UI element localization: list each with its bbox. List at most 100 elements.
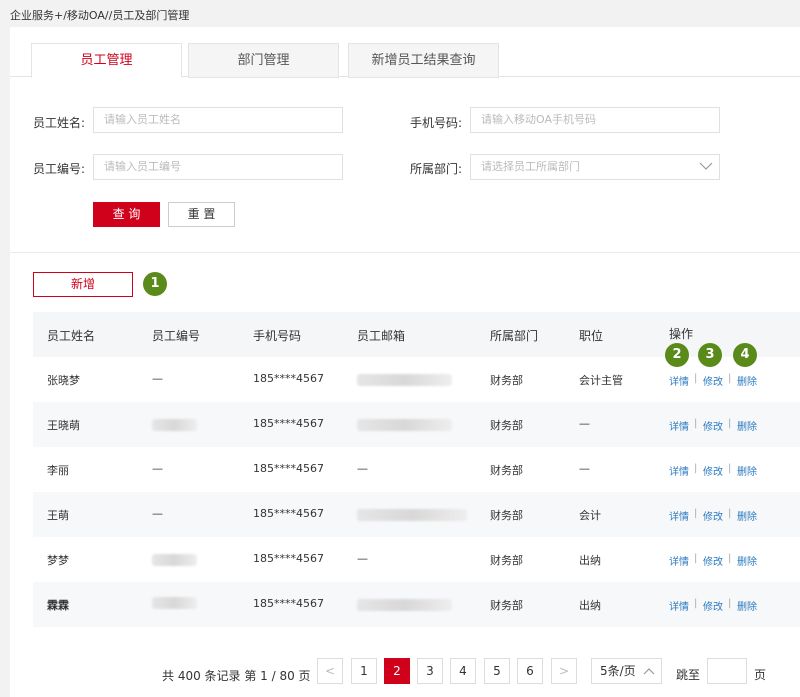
edit-link[interactable]: 修改 <box>703 508 723 523</box>
action-separator: | <box>694 418 698 429</box>
delete-link[interactable]: 删除 <box>737 463 757 478</box>
detail-link[interactable]: 详情 <box>669 463 689 478</box>
cell-dept: 财务部 <box>490 374 523 387</box>
cell-id: — <box>152 507 163 520</box>
page-button[interactable]: 6 <box>517 658 543 684</box>
page-button-current[interactable]: 2 <box>384 658 410 684</box>
edit-link[interactable]: 修改 <box>703 463 723 478</box>
breadcrumb: 企业服务+/移动OA//员工及部门管理 <box>10 9 190 22</box>
table-row: 王晓萌 185****4567 财务部 — 详情 | 修改 | 删除 <box>33 402 800 447</box>
phone-input[interactable]: 请输入移动OA手机号码 <box>470 107 720 133</box>
header-email: 员工邮箱 <box>357 329 406 343</box>
tab-department-management[interactable]: 部门管理 <box>188 43 339 78</box>
jump-label: 跳至 <box>676 668 701 682</box>
employee-name-input[interactable]: 请输入员工姓名 <box>93 107 343 133</box>
cell-phone: 185****4567 <box>253 372 324 385</box>
page-size-select[interactable]: 5条/页 <box>591 658 662 684</box>
chevron-down-icon <box>699 162 713 170</box>
action-separator: | <box>728 373 732 384</box>
table-row: 张晓梦 — 185****4567 财务部 会计主管 详情 | 修改 | 删除 <box>33 357 800 402</box>
cell-dept: 财务部 <box>490 509 523 522</box>
redacted-id <box>152 419 197 431</box>
cell-phone: 185****4567 <box>253 507 324 520</box>
edit-link[interactable]: 修改 <box>703 418 723 433</box>
employee-id-label: 员工编号: <box>33 162 86 176</box>
query-button[interactable]: 查 询 <box>93 202 160 227</box>
cell-position: — <box>579 462 590 475</box>
employee-id-input[interactable]: 请输入员工编号 <box>93 154 343 180</box>
add-employee-button[interactable]: 新增 <box>33 272 133 297</box>
edit-link[interactable]: 修改 <box>703 598 723 613</box>
action-separator: | <box>694 373 698 384</box>
page-button[interactable]: 5 <box>484 658 510 684</box>
detail-link[interactable]: 详情 <box>669 508 689 523</box>
prev-page-button[interactable]: < <box>317 658 343 684</box>
header-position: 职位 <box>579 329 604 343</box>
cell-phone: 185****4567 <box>253 417 324 430</box>
header-dept: 所属部门 <box>490 329 539 343</box>
redacted-email <box>357 509 467 521</box>
cell-position: 出纳 <box>579 599 601 612</box>
redacted-email <box>357 374 452 386</box>
cell-phone: 185****4567 <box>253 462 324 475</box>
action-separator: | <box>694 463 698 474</box>
department-label: 所属部门: <box>410 162 463 176</box>
redacted-email <box>357 419 452 431</box>
tab-employee-management[interactable]: 员工管理 <box>31 43 182 78</box>
cell-phone: 185****4567 <box>253 597 324 610</box>
edit-link[interactable]: 修改 <box>703 373 723 388</box>
action-separator: | <box>694 598 698 609</box>
cell-dept: 财务部 <box>490 464 523 477</box>
cell-name: 李丽 <box>47 464 69 477</box>
detail-link[interactable]: 详情 <box>669 418 689 433</box>
delete-link[interactable]: 删除 <box>737 418 757 433</box>
employee-name-label: 员工姓名: <box>33 116 86 130</box>
page-button[interactable]: 4 <box>450 658 476 684</box>
action-separator: | <box>728 508 732 519</box>
cell-dept: 财务部 <box>490 554 523 567</box>
cell-position: — <box>579 417 590 430</box>
chevron-up-icon <box>643 668 655 675</box>
reset-button[interactable]: 重 置 <box>168 202 235 227</box>
cell-phone: 185****4567 <box>253 552 324 565</box>
page-button[interactable]: 1 <box>351 658 377 684</box>
header-actions: 操作 <box>669 327 694 341</box>
delete-link[interactable]: 删除 <box>737 598 757 613</box>
cell-name: 王萌 <box>47 509 69 522</box>
table-row: 李丽 — 185****4567 — 财务部 — 详情 | 修改 | 删除 <box>33 447 800 492</box>
table-row: 霖霖 185****4567 财务部 出纳 详情 | 修改 | 删除 <box>33 582 800 627</box>
redacted-id <box>152 554 197 566</box>
table-row: 梦梦 185****4567 — 财务部 出纳 详情 | 修改 | 删除 <box>33 537 800 582</box>
cell-position: 出纳 <box>579 554 601 567</box>
detail-link[interactable]: 详情 <box>669 373 689 388</box>
cell-dept: 财务部 <box>490 599 523 612</box>
cell-id: — <box>152 372 163 385</box>
header-phone: 手机号码 <box>253 329 302 343</box>
delete-link[interactable]: 删除 <box>737 553 757 568</box>
page-button[interactable]: 3 <box>417 658 443 684</box>
delete-link[interactable]: 删除 <box>737 373 757 388</box>
department-select[interactable]: 请选择员工所属部门 <box>470 154 720 180</box>
tab-new-employee-results[interactable]: 新增员工结果查询 <box>348 43 499 78</box>
annotation-badge-1: 1 <box>143 272 167 296</box>
cell-name: 王晓萌 <box>47 419 80 432</box>
cell-id: — <box>152 462 163 475</box>
action-separator: | <box>728 463 732 474</box>
header-name: 员工姓名 <box>47 329 96 343</box>
action-separator: | <box>728 598 732 609</box>
cell-name: 张晓梦 <box>47 374 80 387</box>
next-page-button[interactable]: > <box>551 658 577 684</box>
divider <box>10 252 800 253</box>
edit-link[interactable]: 修改 <box>703 553 723 568</box>
delete-link[interactable]: 删除 <box>737 508 757 523</box>
tab-bar: 员工管理 部门管理 新增员工结果查询 <box>10 27 800 78</box>
page-size-value: 5条/页 <box>600 664 636 678</box>
detail-link[interactable]: 详情 <box>669 553 689 568</box>
detail-link[interactable]: 详情 <box>669 598 689 613</box>
phone-label: 手机号码: <box>410 116 463 130</box>
cell-name: 梦梦 <box>47 554 69 567</box>
action-separator: | <box>728 553 732 564</box>
jump-page-input[interactable] <box>707 658 747 684</box>
redacted-email <box>357 599 452 611</box>
cell-name: 霖霖 <box>47 599 69 612</box>
